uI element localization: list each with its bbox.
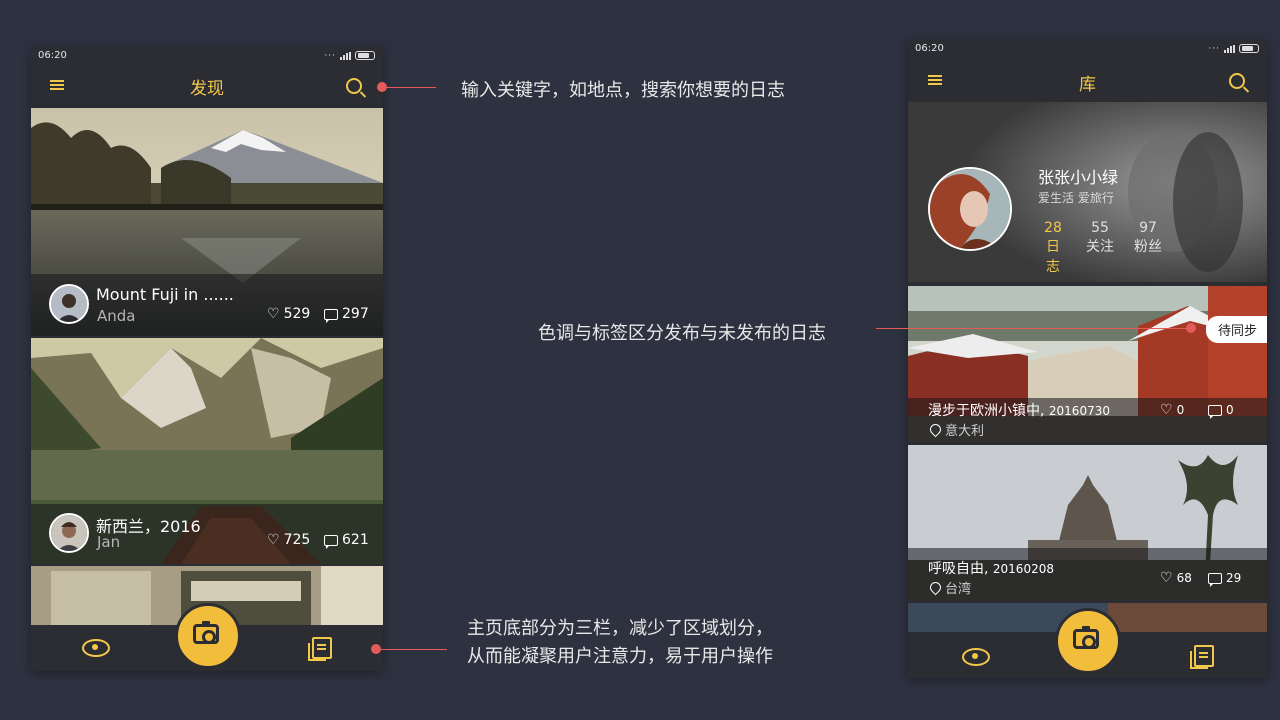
library-screen: 06:20 ··· 库 张张小小绿 爱生活 爱旅行 28 日志 55 关注 97… xyxy=(908,40,1267,678)
like-count[interactable]: ♡ 529 xyxy=(267,306,310,322)
annotation-line xyxy=(382,87,436,88)
card-title: 呼吸自由 xyxy=(928,561,984,577)
camera-icon xyxy=(1073,626,1099,649)
comment-icon xyxy=(1208,404,1222,419)
annotation-bottom-line2: 从而能凝聚用户注意力，易于用户操作 xyxy=(467,646,773,667)
avatar[interactable] xyxy=(49,284,89,324)
battery-icon xyxy=(355,51,375,60)
page-title: 库 xyxy=(1079,75,1096,95)
card-author: Jan xyxy=(97,533,121,551)
eye-icon[interactable] xyxy=(82,639,110,657)
annotation-line xyxy=(376,649,447,650)
comment-icon xyxy=(324,308,338,323)
stat-following[interactable]: 55 关注 xyxy=(1086,220,1114,276)
discover-screen: 06:20 ··· 发现 Mount Fuji in ...... Anda ♡… xyxy=(31,47,383,671)
annotation-bottom-line1: 主页底部分为三栏，减少了区域划分， xyxy=(467,618,773,639)
like-count[interactable]: ♡ 725 xyxy=(267,532,310,548)
like-count[interactable]: ♡ 68 xyxy=(1160,571,1192,585)
eye-icon[interactable] xyxy=(962,648,990,666)
card-title-row: 漫步于欧洲小镇中, 20160730 xyxy=(928,403,1110,419)
signal-dots-icon: ··· xyxy=(324,50,336,61)
journal-card[interactable]: 呼吸自由, 20160208 台湾 ♡ 68 29 xyxy=(908,445,1267,600)
profile-stats: 28 日志 55 关注 97 粉丝 xyxy=(1040,220,1162,276)
top-bar: 发现 xyxy=(31,65,383,105)
annotation-search: 输入关键字，如地点，搜索你想要的日志 xyxy=(461,80,785,101)
camera-icon xyxy=(193,621,219,644)
profile-name: 张张小小绿 xyxy=(1038,168,1119,187)
comment-count[interactable]: 0 xyxy=(1208,403,1234,419)
top-bar: 库 xyxy=(908,60,1267,100)
heart-icon: ♡ xyxy=(267,306,280,322)
camera-button[interactable] xyxy=(175,603,241,669)
location-pin-icon xyxy=(927,579,944,596)
stat-followers[interactable]: 97 粉丝 xyxy=(1134,220,1162,276)
avatar[interactable] xyxy=(49,513,89,553)
journal-card[interactable]: 待同步 漫步于欧洲小镇中, 20160730 意大利 ♡ 0 0 xyxy=(908,286,1267,442)
status-time: 06:20 xyxy=(915,43,944,54)
comment-icon xyxy=(324,534,338,549)
search-icon[interactable] xyxy=(1229,73,1245,89)
card-date: 20160208 xyxy=(992,562,1054,576)
pending-sync-badge[interactable]: 待同步 xyxy=(1205,316,1267,343)
card-date: 20160730 xyxy=(1048,404,1110,418)
signal-icon xyxy=(340,51,351,60)
comment-count[interactable]: 621 xyxy=(324,532,369,549)
stat-journals[interactable]: 28 日志 xyxy=(1040,220,1066,276)
annotation-line xyxy=(876,328,1188,329)
profile-header: 张张小小绿 爱生活 爱旅行 28 日志 55 关注 97 粉丝 xyxy=(908,102,1267,282)
like-count[interactable]: ♡ 0 xyxy=(1160,403,1184,417)
comment-count[interactable]: 29 xyxy=(1208,571,1241,587)
profile-tagline: 爱生活 爱旅行 xyxy=(1038,191,1114,205)
card-author: Anda xyxy=(97,307,136,325)
camera-button[interactable] xyxy=(1055,608,1121,674)
card-title-row: 呼吸自由, 20160208 xyxy=(928,561,1054,577)
status-time: 06:20 xyxy=(38,50,67,61)
journal-card[interactable]: Mount Fuji in ...... Anda ♡ 529 297 xyxy=(31,108,383,336)
signal-icon xyxy=(1224,44,1235,53)
card-title: 漫步于欧洲小镇中 xyxy=(928,403,1040,419)
signal-dots-icon: ··· xyxy=(1208,43,1220,54)
library-icon[interactable] xyxy=(1190,645,1214,669)
avatar[interactable] xyxy=(928,167,1012,251)
card-title: Mount Fuji in ...... xyxy=(96,285,234,304)
status-bar: 06:20 ··· xyxy=(908,40,1267,58)
heart-icon: ♡ xyxy=(1160,402,1173,418)
status-bar: 06:20 ··· xyxy=(31,47,383,65)
library-icon[interactable] xyxy=(308,637,332,661)
card-location: 意大利 xyxy=(927,420,984,439)
search-icon[interactable] xyxy=(346,78,362,94)
battery-icon xyxy=(1239,44,1259,53)
comment-icon xyxy=(1208,572,1222,587)
location-pin-icon xyxy=(927,421,944,438)
page-title: 发现 xyxy=(190,79,224,99)
journal-card[interactable]: 新西兰，2016 Jan ♡ 725 621 xyxy=(31,338,383,564)
annotation-dot xyxy=(1186,323,1196,333)
heart-icon: ♡ xyxy=(1160,570,1173,586)
annotation-tone: 色调与标签区分发布与未发布的日志 xyxy=(538,323,826,344)
heart-icon: ♡ xyxy=(267,532,280,548)
card-location: 台湾 xyxy=(927,578,971,597)
comment-count[interactable]: 297 xyxy=(324,306,369,323)
